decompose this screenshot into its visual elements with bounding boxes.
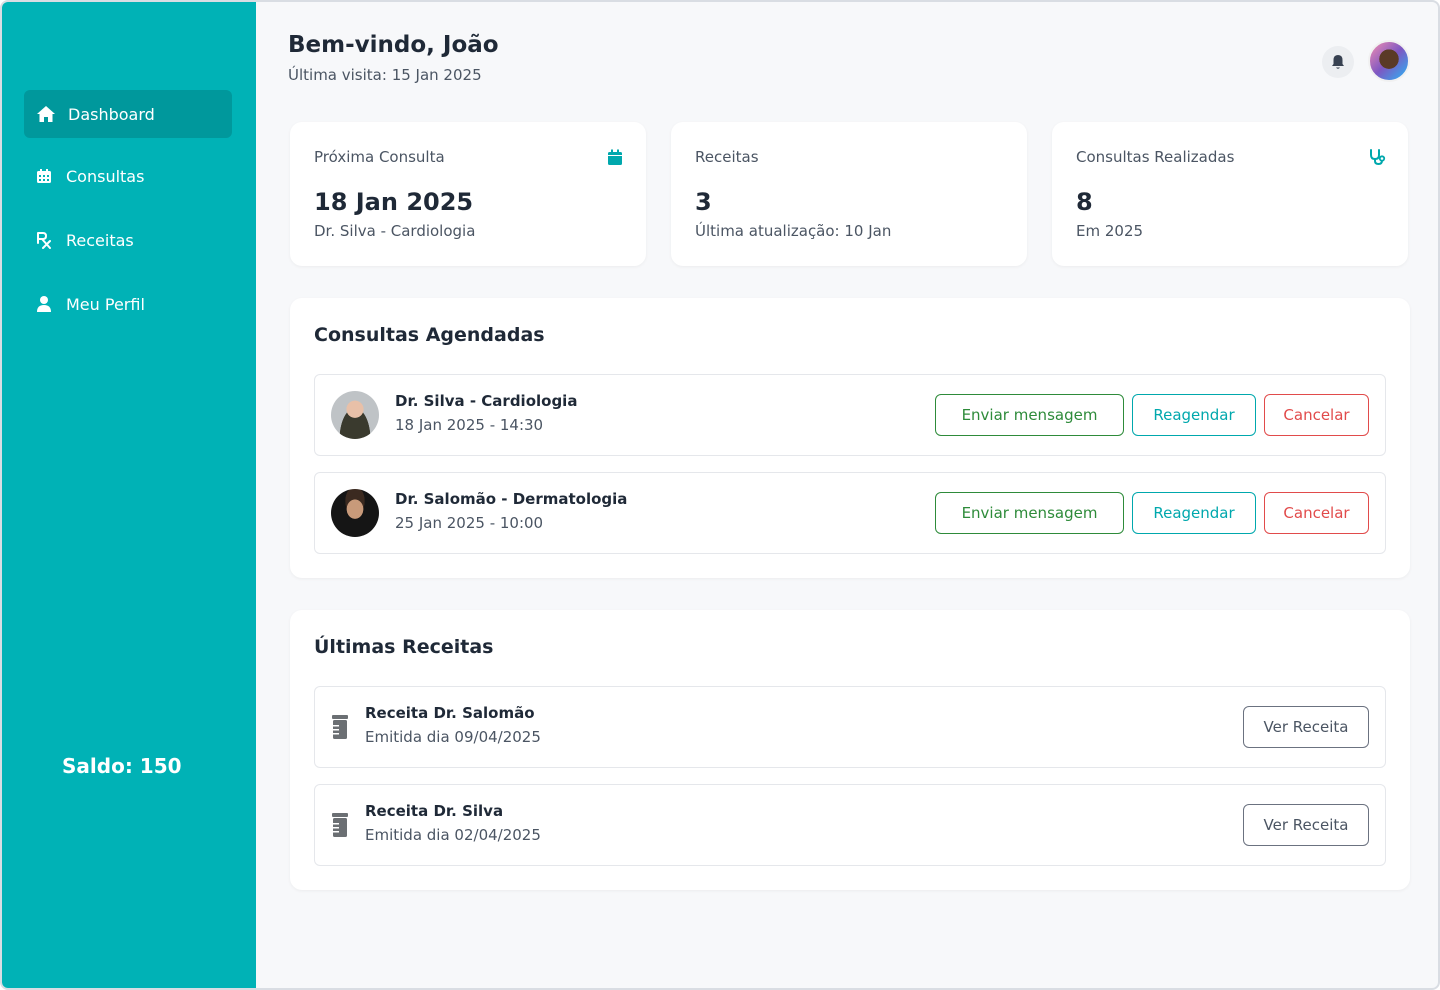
last-visit-text: Última visita: 15 Jan 2025 <box>288 66 482 84</box>
stat-label: Receitas <box>695 148 759 166</box>
section-title: Últimas Receitas <box>314 636 494 658</box>
sidebar: Dashboard Consultas Receitas Meu Perfil … <box>2 2 256 988</box>
stat-value: 18 Jan 2025 <box>314 188 474 216</box>
reschedule-button[interactable]: Reagendar <box>1132 492 1256 534</box>
appointment-row: Dr. Silva - Cardiologia 18 Jan 2025 - 14… <box>314 374 1386 456</box>
prescription-icon <box>34 230 54 250</box>
send-message-button[interactable]: Enviar mensagem <box>935 394 1124 436</box>
stat-card-prescriptions: Receitas 3 Última atualização: 10 Jan <box>671 122 1027 266</box>
pill-bottle-icon <box>332 813 348 837</box>
stat-label: Próxima Consulta <box>314 148 445 166</box>
scheduled-appointments-panel: Consultas Agendadas Dr. Silva - Cardiolo… <box>290 298 1410 578</box>
avatar[interactable] <box>1368 40 1410 82</box>
stat-card-next-appointment: Próxima Consulta 18 Jan 2025 Dr. Silva -… <box>290 122 646 266</box>
stat-value: 8 <box>1076 188 1093 216</box>
prescription-date: Emitida dia 02/04/2025 <box>365 826 541 844</box>
sidebar-item-label: Dashboard <box>68 104 155 124</box>
prescription-row: Receita Dr. Silva Emitida dia 02/04/2025… <box>314 784 1386 866</box>
user-icon <box>34 294 54 314</box>
cancel-button[interactable]: Cancelar <box>1264 492 1369 534</box>
latest-prescriptions-panel: Últimas Receitas Receita Dr. Salomão Emi… <box>290 610 1410 890</box>
prescription-date: Emitida dia 09/04/2025 <box>365 728 541 746</box>
stat-subtext: Última atualização: 10 Jan <box>695 222 892 240</box>
send-message-button[interactable]: Enviar mensagem <box>935 492 1124 534</box>
stat-subtext: Em 2025 <box>1076 222 1144 240</box>
section-title: Consultas Agendadas <box>314 324 545 346</box>
view-prescription-button[interactable]: Ver Receita <box>1243 706 1369 748</box>
bell-icon <box>1332 55 1344 69</box>
sidebar-item-label: Consultas <box>66 166 145 186</box>
sidebar-item-label: Receitas <box>66 230 134 250</box>
appointment-datetime: 25 Jan 2025 - 10:00 <box>395 514 544 532</box>
stat-label: Consultas Realizadas <box>1076 148 1235 166</box>
appointment-row: Dr. Salomão - Dermatologia 25 Jan 2025 -… <box>314 472 1386 554</box>
sidebar-item-dashboard[interactable]: Dashboard <box>24 90 232 138</box>
stethoscope-icon <box>1370 149 1386 166</box>
view-prescription-button[interactable]: Ver Receita <box>1243 804 1369 846</box>
pill-bottle-icon <box>332 715 348 739</box>
app-window: Dashboard Consultas Receitas Meu Perfil … <box>0 0 1440 990</box>
home-icon <box>36 104 56 124</box>
main-content: Bem-vindo, João Última visita: 15 Jan 20… <box>256 2 1438 988</box>
appointment-datetime: 18 Jan 2025 - 14:30 <box>395 416 544 434</box>
sidebar-item-receitas[interactable]: Receitas <box>24 216 232 264</box>
prescription-title: Receita Dr. Salomão <box>365 704 535 722</box>
reschedule-button[interactable]: Reagendar <box>1132 394 1256 436</box>
sidebar-item-consultas[interactable]: Consultas <box>24 152 232 200</box>
calendar-icon <box>34 166 54 186</box>
cancel-button[interactable]: Cancelar <box>1264 394 1369 436</box>
doctor-name: Dr. Silva - Cardiologia <box>395 392 578 410</box>
prescription-title: Receita Dr. Silva <box>365 802 504 820</box>
sidebar-item-label: Meu Perfil <box>66 294 145 314</box>
page-title: Bem-vindo, João <box>288 32 499 58</box>
stat-card-completed-appointments: Consultas Realizadas 8 Em 2025 <box>1052 122 1408 266</box>
stat-subtext: Dr. Silva - Cardiologia <box>314 222 476 240</box>
sidebar-item-meu-perfil[interactable]: Meu Perfil <box>24 280 232 328</box>
stat-value: 3 <box>695 188 712 216</box>
doctor-avatar <box>331 391 379 439</box>
notifications-button[interactable] <box>1322 46 1354 78</box>
doctor-name: Dr. Salomão - Dermatologia <box>395 490 628 508</box>
doctor-avatar <box>331 489 379 537</box>
prescription-row: Receita Dr. Salomão Emitida dia 09/04/20… <box>314 686 1386 768</box>
balance-label: Saldo: 150 <box>62 754 182 778</box>
calendar-icon <box>608 149 622 165</box>
